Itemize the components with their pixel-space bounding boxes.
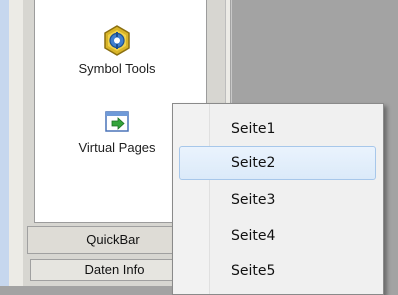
- symbol-tools-label: Symbol Tools: [78, 61, 156, 76]
- page-popup-menu: Seite1 Seite2 Seite3 Seite4 Seite5: [172, 103, 384, 295]
- menu-item-seite4[interactable]: Seite4: [179, 219, 376, 253]
- menu-item-label: Seite1: [231, 121, 276, 137]
- tab-quickbar-label: QuickBar: [86, 232, 140, 247]
- virtual-pages-label: Virtual Pages: [78, 140, 156, 155]
- virtual-pages-button[interactable]: Virtual Pages: [42, 110, 192, 155]
- symbol-tools-icon: [42, 24, 192, 58]
- left-blue-strip: [0, 0, 9, 286]
- menu-item-label: Seite2: [231, 155, 276, 171]
- menu-item-label: Seite3: [231, 192, 276, 208]
- menu-item-seite1[interactable]: Seite1: [179, 112, 376, 146]
- menu-item-seite3[interactable]: Seite3: [179, 183, 376, 217]
- menu-item-seite5[interactable]: Seite5: [179, 254, 376, 288]
- menu-item-label: Seite5: [231, 263, 276, 279]
- tab-daten-info-label: Daten Info: [84, 262, 145, 277]
- menu-item-seite2[interactable]: Seite2: [179, 146, 376, 180]
- menu-item-label: Seite4: [231, 228, 276, 244]
- virtual-pages-icon: [42, 110, 192, 138]
- symbol-tools-button[interactable]: Symbol Tools: [42, 24, 192, 76]
